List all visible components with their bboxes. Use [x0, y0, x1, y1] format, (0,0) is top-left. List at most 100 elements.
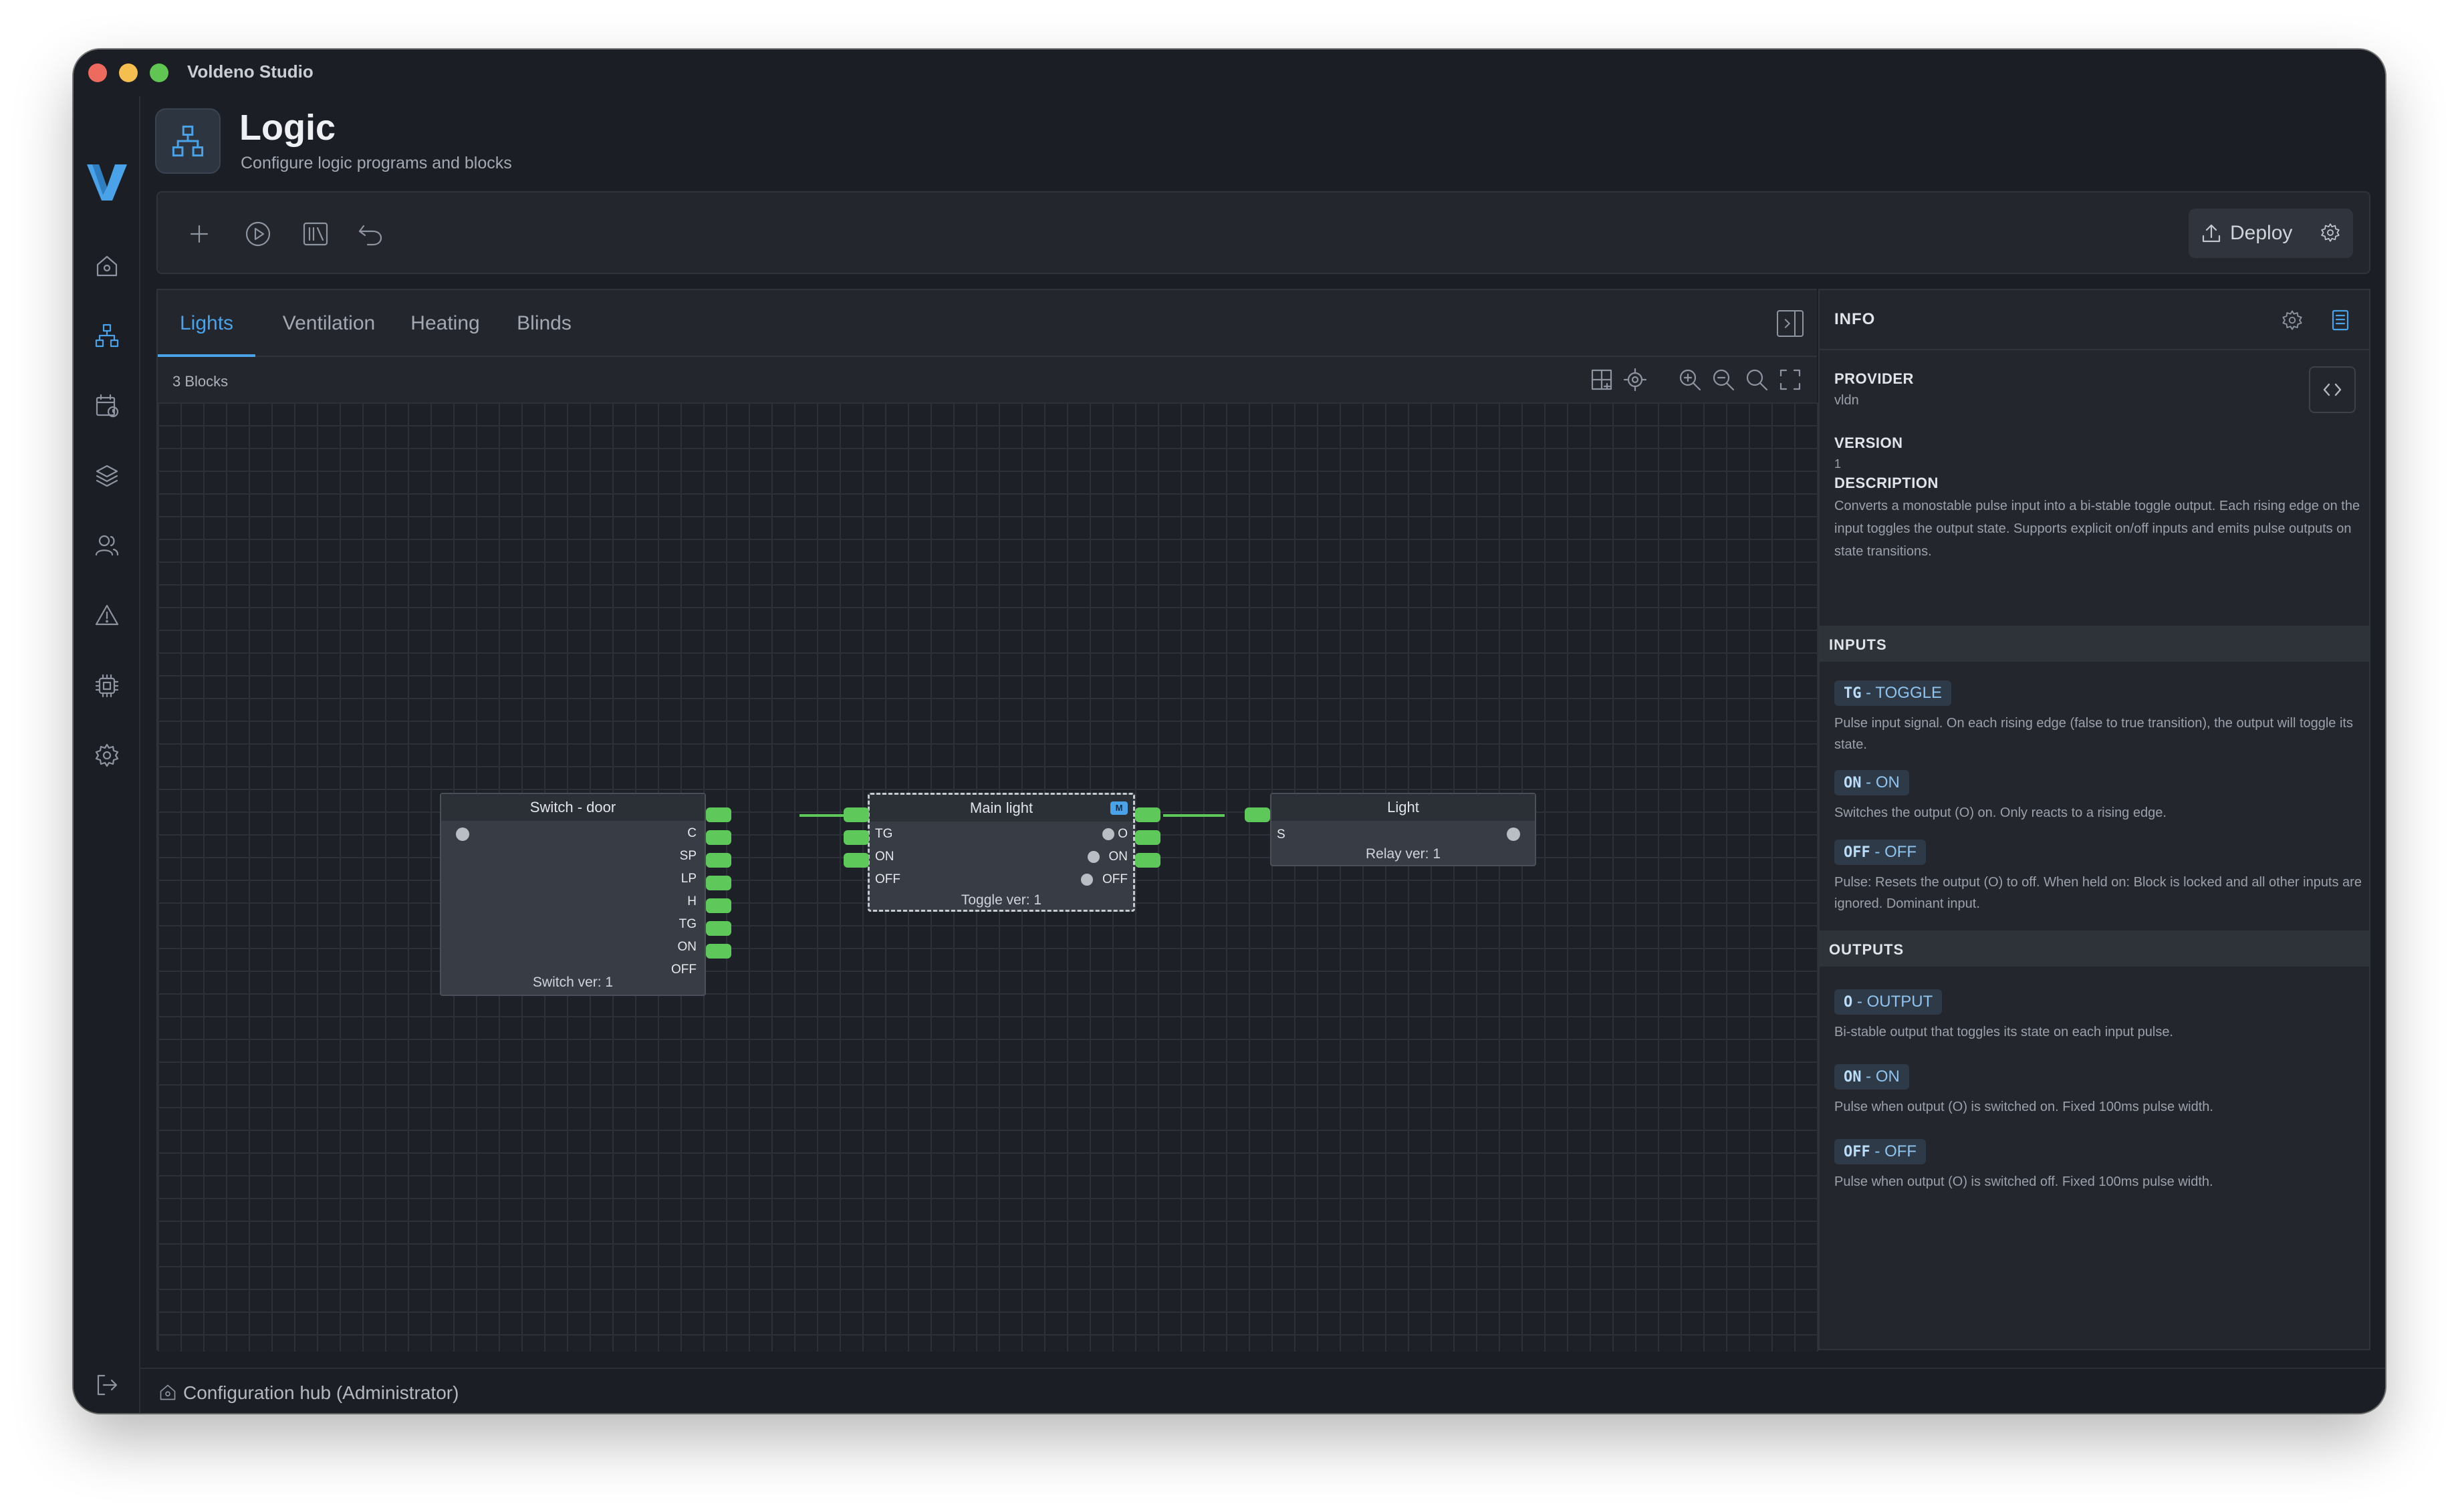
run-button[interactable]	[242, 218, 274, 250]
undo-button[interactable]	[354, 218, 386, 250]
block-footer: Toggle ver: 1	[961, 892, 1042, 908]
page-subtitle: Configure logic programs and blocks	[241, 154, 512, 172]
port-label: OFF	[875, 872, 900, 886]
block-light[interactable]: Light S Relay ver: 1	[1270, 793, 1536, 866]
tab-heating[interactable]: Heating	[398, 290, 492, 357]
outputs-section: OUTPUTS	[1820, 930, 2369, 967]
collapse-panel-icon[interactable]	[1777, 310, 1804, 337]
port-label: O	[1118, 827, 1128, 841]
plus-icon	[190, 225, 209, 243]
nav-alerts-icon[interactable]	[92, 601, 122, 630]
input-desc: Switches the output (O) on. Only reacts …	[1834, 805, 2167, 820]
library-button[interactable]	[299, 218, 332, 250]
output-pin[interactable]	[1135, 853, 1160, 868]
block-switch-door[interactable]: Switch - door C SP LP H TG ON OFF Switch…	[440, 793, 706, 996]
inputs-section: INPUTS	[1820, 626, 2369, 662]
input-chip-off: OFF - OFF	[1834, 840, 1927, 865]
provider-value: vldn	[1834, 393, 1859, 408]
fullscreen-icon[interactable]	[1778, 368, 1802, 392]
output-chip-off: OFF - OFF	[1834, 1139, 1927, 1164]
port-label: TG	[679, 917, 697, 931]
nav-home-icon[interactable]	[92, 251, 122, 281]
port-label: C	[687, 826, 697, 840]
gear-icon	[2321, 223, 2340, 242]
logic-canvas[interactable]: Switch - door C SP LP H TG ON OFF Switch…	[158, 402, 1818, 1352]
input-pin[interactable]	[844, 830, 869, 845]
output-desc: Bi-stable output that toggles its state …	[1834, 1025, 2173, 1039]
add-grid-block-icon[interactable]	[1590, 368, 1614, 392]
output-pin[interactable]	[706, 853, 731, 868]
deploy-settings-button[interactable]	[2320, 222, 2342, 245]
library-icon	[303, 222, 328, 246]
nav-settings-icon[interactable]	[92, 741, 122, 770]
info-panel: INFO PROVIDER vldn VERSION 1 DESCRIPTION…	[1818, 289, 2370, 1350]
locate-icon[interactable]	[1623, 368, 1647, 392]
output-chip-on: ON - ON	[1834, 1064, 1909, 1090]
logic-header-icon	[155, 108, 221, 174]
add-block-button[interactable]	[183, 218, 215, 250]
nav-hardware-icon[interactable]	[92, 671, 122, 701]
block-status-dot	[456, 828, 469, 841]
input-chip-tg: TG - TOGGLE	[1834, 680, 1951, 706]
zoom-in-icon[interactable]	[1678, 368, 1702, 392]
port-label: OFF	[1102, 872, 1128, 886]
tab-ventilation[interactable]: Ventilation	[269, 290, 389, 357]
close-window-button[interactable]	[88, 64, 107, 82]
deploy-button[interactable]: Deploy	[2201, 209, 2292, 258]
block-badge: M	[1110, 801, 1128, 815]
info-document-icon[interactable]	[2329, 309, 2352, 332]
page-title: Logic	[239, 108, 336, 148]
provider-label: PROVIDER	[1834, 370, 1914, 387]
info-header: INFO	[1820, 290, 2369, 350]
description-text: Converts a monostable pulse input into a…	[1834, 499, 2360, 559]
tab-lights[interactable]: Lights	[158, 290, 255, 357]
port-dot	[1088, 851, 1100, 863]
output-pin[interactable]	[706, 807, 731, 822]
port-dot	[1102, 828, 1114, 840]
output-pin[interactable]	[706, 944, 731, 959]
minimize-window-button[interactable]	[119, 64, 138, 82]
zoom-out-icon[interactable]	[1711, 368, 1735, 392]
voldeno-logo-icon	[87, 164, 127, 201]
output-pin[interactable]	[706, 921, 731, 936]
inputs-label: INPUTS	[1829, 636, 1887, 653]
nav-schedule-icon[interactable]	[92, 391, 122, 420]
input-pin[interactable]	[1245, 807, 1270, 822]
deploy-label: Deploy	[2230, 222, 2293, 244]
status-bar: Configuration hub (Administrator)	[140, 1368, 2385, 1413]
block-title: Switch - door	[441, 794, 705, 821]
input-pin[interactable]	[844, 853, 869, 868]
hub-icon	[158, 1382, 178, 1402]
zoom-window-button[interactable]	[150, 64, 168, 82]
nav-logout-icon[interactable]	[92, 1370, 122, 1400]
outputs-label: OUTPUTS	[1829, 941, 1904, 958]
status-text: Configuration hub (Administrator)	[183, 1382, 459, 1403]
port-label: H	[687, 894, 697, 908]
tab-blinds[interactable]: Blinds	[501, 290, 587, 357]
undo-icon	[358, 225, 382, 246]
port-label: SP	[679, 849, 697, 863]
nav-layers-icon[interactable]	[92, 461, 122, 491]
logic-editor: Lights Ventilation Heating Blinds 3 Bloc…	[156, 289, 1818, 1352]
app-title: Voldeno Studio	[187, 61, 314, 82]
block-footer: Relay ver: 1	[1365, 846, 1441, 862]
block-footer: Switch ver: 1	[532, 975, 614, 990]
view-code-button[interactable]	[2309, 366, 2356, 413]
output-pin[interactable]	[706, 830, 731, 845]
info-settings-icon[interactable]	[2281, 309, 2304, 332]
nav-users-icon[interactable]	[92, 531, 122, 560]
info-title: INFO	[1834, 310, 1876, 328]
input-pin[interactable]	[844, 807, 869, 822]
zoom-fit-icon[interactable]	[1745, 368, 1769, 392]
output-pin[interactable]	[1135, 807, 1160, 822]
nav-logic-icon[interactable]	[92, 321, 122, 350]
block-main-light[interactable]: Main light M TG ON OFF O ON OFF Toggle v…	[868, 793, 1135, 912]
block-title: Main light	[870, 795, 1133, 822]
program-tabs: Lights Ventilation Heating Blinds	[158, 290, 1817, 357]
canvas-toolbar: 3 Blocks	[158, 358, 1817, 402]
output-pin[interactable]	[706, 898, 731, 913]
output-pin[interactable]	[706, 876, 731, 890]
port-label: S	[1277, 828, 1285, 842]
output-pin[interactable]	[1135, 830, 1160, 845]
description-label: DESCRIPTION	[1834, 475, 1939, 491]
